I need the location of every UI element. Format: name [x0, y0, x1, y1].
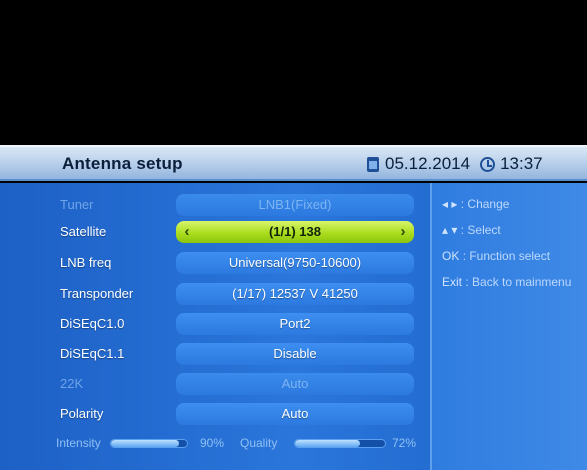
left-right-arrows-icon: ◂ ▸: [442, 197, 458, 211]
quality-bar: [294, 439, 386, 448]
menu-row-transponder[interactable]: Transponder (1/17) 12537 V 41250: [0, 282, 425, 306]
help-item-ok: OK : Function select: [442, 249, 550, 263]
menu-value-polarity[interactable]: Auto: [176, 403, 414, 425]
quality-label: Quality: [240, 436, 278, 450]
intensity-bar: [110, 439, 188, 448]
menu-row-lnb-freq[interactable]: LNB freq Universal(9750-10600): [0, 251, 425, 275]
menu-label-lnb-freq: LNB freq: [60, 255, 112, 270]
help-key-ok: OK: [442, 249, 460, 263]
antenna-settings-menu: Tuner LNB1(Fixed) Satellite ‹ (1/1) 138 …: [0, 183, 425, 470]
menu-row-tuner: Tuner LNB1(Fixed): [0, 193, 425, 217]
menu-value-lnb-freq[interactable]: Universal(9750-10600): [176, 252, 414, 274]
menu-row-polarity[interactable]: Polarity Auto: [0, 402, 425, 426]
header-bar: Antenna setup 05.12.2014 13:37: [0, 145, 587, 181]
clock-icon: [480, 156, 496, 172]
intensity-percent: 90%: [200, 436, 225, 450]
menu-label-transponder: Transponder: [60, 286, 134, 301]
menu-label-22k: 22K: [60, 376, 84, 391]
help-panel: ◂ ▸ : Change ▴ ▾ : Select OK : Function …: [430, 183, 587, 470]
help-text-exit: : Back to mainmenu: [465, 275, 572, 289]
help-key-exit: Exit: [442, 275, 463, 289]
settings-panel: Tuner LNB1(Fixed) Satellite ‹ (1/1) 138 …: [0, 183, 587, 470]
quality-percent: 72%: [392, 436, 417, 450]
menu-value-satellite[interactable]: ‹ (1/1) 138 ›: [176, 221, 414, 243]
help-text-ok: : Function select: [462, 249, 551, 263]
menu-value-diseqc11[interactable]: Disable: [176, 343, 414, 365]
quality-bar-fill: [295, 440, 360, 447]
menu-value-transponder[interactable]: (1/17) 12537 V 41250: [176, 283, 414, 305]
menu-row-satellite[interactable]: Satellite ‹ (1/1) 138 ›: [0, 220, 425, 244]
current-time: 13:37: [500, 154, 543, 173]
up-down-arrows-icon: ▴ ▾: [442, 223, 458, 237]
menu-label-polarity: Polarity: [60, 406, 104, 421]
intensity-label: Intensity: [56, 436, 101, 450]
menu-row-22k: 22K Auto: [0, 372, 425, 396]
current-date: 05.12.2014: [385, 154, 471, 173]
tv-screen: Antenna setup 05.12.2014 13:37 Tuner LNB…: [0, 0, 587, 470]
satellite-value-text: (1/1) 138: [268, 224, 322, 239]
menu-value-tuner: LNB1(Fixed): [176, 194, 414, 216]
menu-label-diseqc11: DiSEqC1.1: [60, 346, 125, 361]
menu-value-diseqc10[interactable]: Port2: [176, 313, 414, 335]
page-title: Antenna setup: [62, 154, 183, 173]
calendar-icon: [367, 156, 379, 172]
intensity-bar-fill: [111, 440, 180, 447]
arrow-right-icon[interactable]: ›: [396, 221, 410, 243]
help-item-change: ◂ ▸ : Change: [442, 197, 509, 211]
help-item-exit: Exit : Back to mainmenu: [442, 275, 571, 289]
help-text-select: : Select: [460, 223, 501, 237]
menu-row-diseqc10[interactable]: DiSEqC1.0 Port2: [0, 312, 425, 336]
menu-label-diseqc10: DiSEqC1.0: [60, 316, 125, 331]
help-text-change: : Change: [460, 197, 510, 211]
menu-label-tuner: Tuner: [60, 197, 94, 212]
datetime-display: 05.12.2014 13:37: [367, 153, 543, 175]
help-item-select: ▴ ▾ : Select: [442, 223, 501, 237]
menu-value-22k: Auto: [176, 373, 414, 395]
menu-label-satellite: Satellite: [60, 224, 107, 239]
arrow-left-icon[interactable]: ‹: [180, 221, 194, 243]
menu-row-diseqc11[interactable]: DiSEqC1.1 Disable: [0, 342, 425, 366]
signal-meter: Intensity 90% Quality 72%: [0, 434, 425, 454]
